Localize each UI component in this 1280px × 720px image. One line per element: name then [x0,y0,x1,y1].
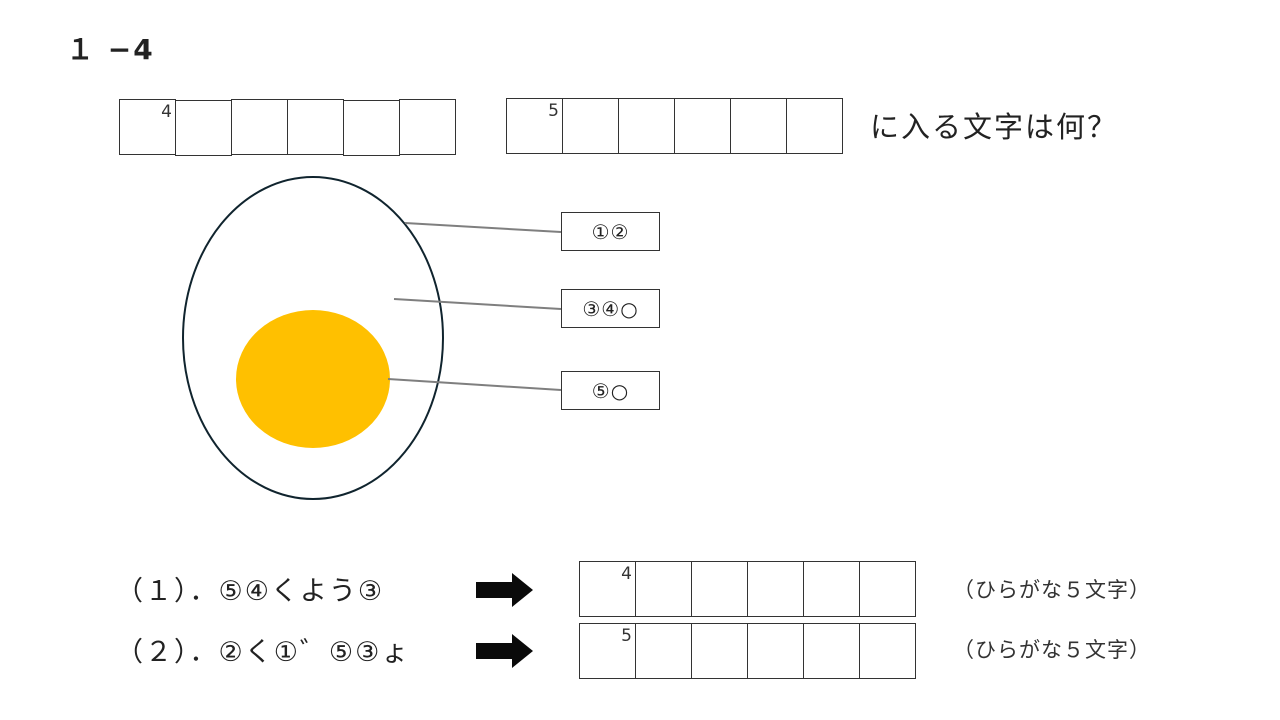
answer-cell[interactable]: 5 [579,623,636,679]
label-yolk: ⑤○ [561,371,660,410]
answer-cell[interactable] [803,561,860,617]
answer-cell[interactable] [859,623,916,679]
label-white: ③④○ [561,289,660,328]
clue-2-answer-box: 5 [579,623,916,679]
arrow-right-icon [476,634,533,668]
clue-1: （１）．⑤④くよう③ [116,576,385,607]
clue-1-answer-box: 4 [579,561,916,617]
clue-2: （２）．②く①゛⑤③ょ [116,637,411,668]
answer-cell[interactable] [803,623,860,679]
arrow-right-icon [476,573,533,607]
answer-cell[interactable] [859,561,916,617]
answer-cell[interactable] [747,561,804,617]
clue-1-hint: （ひらがな５文字） [953,578,1151,602]
label-shell: ①② [561,212,660,251]
answer-cell[interactable] [691,561,748,617]
answer-cell[interactable] [747,623,804,679]
cell-number: 5 [621,626,632,646]
clue-2-hint: （ひらがな５文字） [953,638,1151,662]
answer-cell[interactable] [635,561,692,617]
answer-cell[interactable]: 4 [579,561,636,617]
egg-yolk [236,310,390,448]
pointer-line-shell [404,222,562,233]
answer-cell[interactable] [691,623,748,679]
answer-cell[interactable] [635,623,692,679]
cell-number: 4 [621,564,632,584]
